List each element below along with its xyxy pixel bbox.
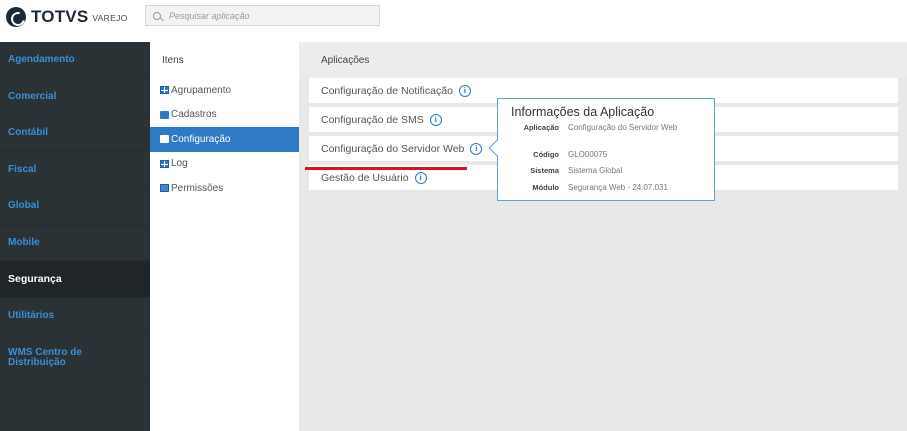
brand-name: TOTVS	[31, 7, 89, 26]
info-icon[interactable]: i	[429, 113, 442, 126]
module-sidebar: Agendamento Comercial Contábil Fiscal Gl…	[0, 42, 150, 431]
info-icon[interactable]: i	[470, 142, 483, 155]
applications-title: Aplicações	[299, 42, 907, 78]
top-bar: TOTVS VAREJO	[0, 0, 907, 35]
popover-title: Informações da Aplicação	[511, 105, 655, 119]
search-input[interactable]	[169, 10, 369, 21]
popover-label: Módulo	[532, 183, 559, 192]
totvs-logo[interactable]: TOTVS VAREJO	[6, 6, 128, 28]
item-agrupamento[interactable]: Agrupamento	[150, 78, 299, 103]
sidebar-item-fiscal[interactable]: Fiscal	[0, 152, 150, 188]
sidebar-item-wms-line1: WMS Centro de	[8, 346, 82, 358]
popover-value: Segurança Web - 24.07.031	[568, 183, 668, 192]
sidebar-item-wms[interactable]: WMS Centro de Distribuição	[0, 334, 150, 382]
table-icon	[160, 86, 169, 95]
totvs-logo-icon	[6, 7, 26, 27]
sidebar-item-utilitarios[interactable]: Utilitários	[0, 298, 150, 334]
item-log[interactable]: Log	[150, 152, 299, 177]
popover-label: Código	[533, 150, 559, 159]
popover-row-sistema: Sistema Sistema Global	[498, 166, 716, 175]
item-label: Permissões	[171, 182, 224, 194]
brand-subtitle: VAREJO	[92, 13, 128, 23]
popover-row-aplicacao: Aplicação Configuração do Servidor Web	[498, 123, 716, 132]
app-label: Configuração do Servidor Web	[321, 142, 465, 155]
sidebar-item-seguranca[interactable]: Segurança	[0, 261, 150, 298]
app-label: Gestão de Usuário	[321, 171, 409, 184]
item-label: Log	[171, 158, 188, 170]
popover-value: Configuração do Servidor Web	[568, 123, 678, 132]
app-label: Configuração de SMS	[321, 113, 424, 126]
app-label: Configuração de Notificação	[321, 84, 453, 97]
sidebar-item-comercial[interactable]: Comercial	[0, 79, 150, 115]
popover-label: Aplicação	[523, 123, 559, 132]
item-cadastros[interactable]: Cadastros	[150, 103, 299, 128]
sidebar-item-agendamento[interactable]: Agendamento	[0, 42, 150, 79]
table-icon	[160, 159, 169, 168]
popover-label: Sistema	[530, 166, 559, 175]
popover-row-modulo: Módulo Segurança Web - 24.07.031	[498, 183, 716, 192]
search-box[interactable]	[145, 5, 380, 26]
briefcase-icon	[160, 110, 169, 119]
info-icon[interactable]: i	[414, 171, 427, 184]
sidebar-item-global[interactable]: Global	[0, 188, 150, 225]
item-label: Configuração	[171, 133, 231, 145]
sidebar-item-mobile[interactable]: Mobile	[0, 225, 150, 261]
popover-row-codigo: Código GLO00075	[498, 150, 716, 159]
item-label: Agrupamento	[171, 84, 232, 96]
sidebar-item-contabil[interactable]: Contábil	[0, 115, 150, 152]
app-info-popover: Informações da Aplicação Aplicação Confi…	[497, 98, 715, 201]
sidebar-item-wms-line2: Distribuição	[8, 356, 66, 368]
items-panel-title: Itens	[162, 54, 184, 66]
briefcase-icon	[160, 135, 169, 144]
item-label: Cadastros	[171, 109, 217, 121]
item-permissoes[interactable]: Permissões	[150, 176, 299, 201]
permissions-icon	[160, 184, 169, 193]
highlight-underline	[305, 167, 467, 170]
info-icon[interactable]: i	[458, 84, 471, 97]
items-panel: Itens Agrupamento Cadastros Configuração…	[150, 42, 299, 431]
popover-value: GLO00075	[568, 150, 608, 159]
item-configuracao[interactable]: Configuração	[150, 127, 299, 152]
search-icon	[153, 11, 161, 20]
popover-value: Sistema Global	[568, 166, 623, 175]
